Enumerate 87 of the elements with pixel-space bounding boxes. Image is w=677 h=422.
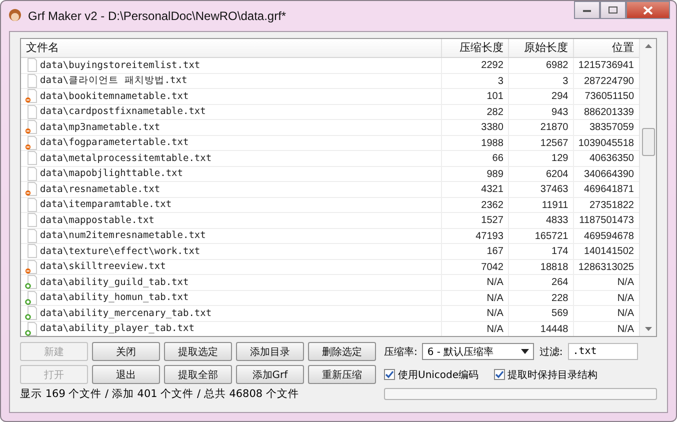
file-name-cell-text: data\metalprocessitemtable.txt — [40, 152, 212, 166]
column-header[interactable]: 文件名 — [21, 39, 441, 57]
compressed-size-cell: 47193 — [440, 228, 508, 243]
compressed-size-cell: 989 — [440, 166, 508, 181]
action-button[interactable]: 添加Grf — [236, 365, 304, 384]
original-size-cell: 3 — [508, 74, 574, 88]
original-size-cell: 18818 — [508, 260, 574, 274]
window-title: Grf Maker v2 - D:\PersonalDoc\NewRO\data.grf* — [28, 9, 286, 23]
compressed-size-cell: 3 — [440, 74, 508, 88]
compressed-size-cell: 167 — [440, 244, 508, 258]
scroll-up-icon[interactable] — [644, 43, 652, 48]
compressed-size-cell: 101 — [440, 89, 508, 104]
file-name-cell-text: data\mappostable.txt — [40, 214, 154, 228]
minimize-icon — [582, 7, 592, 13]
compressed-size-cell: 3380 — [440, 120, 508, 134]
caret-icon — [521, 349, 530, 354]
compression-dropdown[interactable]: 6 - 默认压缩率 — [422, 343, 534, 360]
compressed-size-cell: 2292 — [440, 58, 508, 72]
minimize-button[interactable] — [574, 1, 600, 19]
app-icon — [7, 8, 23, 24]
action-button[interactable]: 关闭 — [92, 342, 160, 361]
original-size-cell: 943 — [508, 104, 574, 119]
file-name-cell-text: data\ability_mercenary_tab.txt — [40, 306, 212, 321]
compressed-size-cell: N/A — [440, 275, 508, 290]
filter-label: 过滤: — [539, 346, 563, 358]
file-name-cell-text: data\ability_homun_tab.txt — [40, 291, 189, 306]
file-name-cell-text: data\itemparamtable.txt — [40, 198, 172, 212]
action-button[interactable]: 重新压缩 — [308, 365, 376, 384]
column-header[interactable]: 原始长度 — [508, 39, 574, 57]
action-button[interactable]: 退出 — [92, 365, 160, 384]
original-size-cell: 6982 — [508, 58, 574, 72]
original-size-cell: 264 — [508, 275, 574, 290]
compressed-size-cell: 4321 — [440, 182, 508, 196]
original-size-cell: 14448 — [508, 322, 574, 336]
compressed-size-cell: 2362 — [440, 198, 508, 212]
maximize-icon — [608, 6, 618, 14]
checkbox-label: 使用Unicode编码 — [398, 368, 479, 382]
scroll-down-icon[interactable] — [644, 327, 652, 332]
compressed-size-cell: N/A — [440, 322, 508, 336]
file-name-cell-text: data\num2itemresnametable.txt — [40, 229, 206, 244]
scrollbar-thumb[interactable] — [642, 128, 654, 156]
checkbox[interactable] — [494, 369, 505, 380]
file-name-cell-text: data\texture\effect\work.txt — [40, 244, 200, 259]
original-size-cell: 129 — [508, 151, 574, 166]
compression-label: 压缩率: — [384, 346, 418, 358]
original-size-cell: 6204 — [508, 166, 574, 181]
action-button[interactable]: 提取全部 — [164, 365, 232, 384]
compressed-size-cell: N/A — [440, 290, 508, 305]
compressed-size-cell: 1988 — [440, 136, 508, 150]
filter-field[interactable]: .txt — [568, 343, 638, 360]
checkbox[interactable] — [384, 369, 395, 380]
compressed-size-cell: 66 — [440, 151, 508, 166]
original-size-cell: 12567 — [508, 136, 574, 150]
file-name-cell-text: data\ability_player_tab.txt — [40, 322, 194, 336]
file-name-cell-text: data\ability_guild_tab.txt — [40, 276, 189, 290]
original-size-cell: 21870 — [508, 120, 574, 134]
original-size-cell: 294 — [508, 89, 574, 104]
file-name-cell-text: data\cardpostfixnametable.txt — [40, 105, 206, 120]
action-button[interactable]: 删除选定 — [308, 342, 376, 361]
original-size-cell: 4833 — [508, 213, 574, 228]
close-icon — [643, 6, 653, 14]
original-size-cell: 11911 — [508, 198, 574, 212]
maximize-button[interactable] — [600, 1, 626, 19]
original-size-cell: 37463 — [508, 182, 574, 196]
file-name-cell-text: data\buyingstoreitemlist.txt — [40, 58, 200, 73]
compressed-size-cell: N/A — [440, 306, 508, 320]
file-name-cell-text: data\fogparametertable.txt — [40, 136, 189, 150]
status-text: 显示 169 个文件 / 添加 401 个文件 / 总共 46808 个文件 — [20, 387, 300, 401]
original-size-cell: 165721 — [508, 228, 574, 243]
file-name-cell-text: data\skilltreeview.txt — [40, 260, 166, 274]
action-button[interactable]: 添加目录 — [236, 342, 304, 361]
file-name-cell-text: data\클라이언트 패치방법.txt — [40, 74, 188, 88]
file-name-cell-text: data\bookitemnametable.txt — [40, 90, 189, 104]
close-button[interactable] — [626, 1, 670, 19]
original-size-cell: 569 — [508, 306, 574, 320]
file-name-cell-text: data\mapobjlighttable.txt — [40, 167, 183, 182]
original-size-cell: 174 — [508, 244, 574, 258]
compressed-size-cell: 1527 — [440, 213, 508, 228]
file-name-cell-text: data\mp3nametable.txt — [40, 120, 160, 135]
compressed-size-cell: 7042 — [440, 260, 508, 274]
action-button[interactable]: 提取选定 — [164, 342, 232, 361]
vertical-scrollbar[interactable] — [639, 39, 656, 336]
original-size-cell: 228 — [508, 290, 574, 305]
checkbox-label: 提取时保持目录结构 — [508, 368, 598, 382]
compressed-size-cell: 282 — [440, 104, 508, 119]
file-name-cell-text: data\resnametable.txt — [40, 182, 160, 197]
column-header[interactable]: 压缩长度 — [440, 39, 508, 57]
